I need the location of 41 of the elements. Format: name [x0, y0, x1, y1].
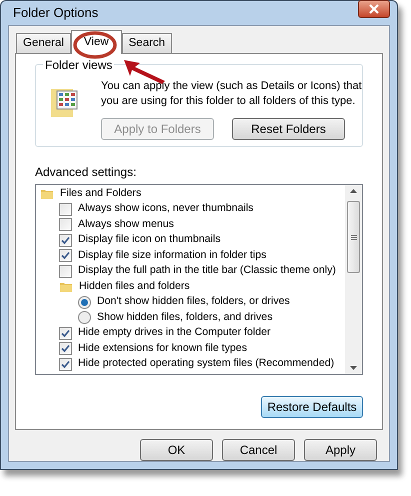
tree-item-label: Files and Folders: [60, 186, 142, 201]
radio-button[interactable]: [78, 311, 91, 324]
advanced-settings-label: Advanced settings:: [35, 164, 138, 181]
annotation-circle: [71, 30, 119, 60]
checkbox[interactable]: [59, 202, 72, 216]
option-label: Display file icon on thumbnails: [78, 232, 220, 248]
checkbox[interactable]: [59, 326, 72, 340]
grip-icon: [350, 234, 356, 240]
tree-item-label: Hidden files and folders: [79, 278, 190, 294]
close-button[interactable]: [358, 0, 390, 18]
scroll-up-icon[interactable]: [350, 189, 357, 193]
scroll-thumb[interactable]: [347, 201, 360, 273]
window-title: Folder Options: [12, 4, 98, 22]
option-label: Hide empty drives in the Computer folder: [78, 325, 271, 340]
close-icon: [369, 4, 379, 14]
option-label: Hide extensions for known file types: [78, 340, 247, 356]
option-label: Show hidden files, folders, and drives: [97, 310, 272, 325]
option-label: Don't show hidden files, folders, or drives: [97, 294, 290, 310]
option-label: Display the full path in the title bar (Classic theme only): [78, 263, 336, 278]
scroll-down-icon[interactable]: [350, 366, 357, 370]
restore-defaults-button[interactable]: Restore Defaults: [261, 396, 363, 418]
annotation-arrow: [122, 58, 166, 84]
description-text: You can apply the view (such as Details or Icons) that you are using for this folder to all folders of this type.: [101, 79, 362, 109]
tab[interactable]: General: [16, 33, 71, 53]
option-label: Hide protected operating system files (Recommended): [78, 356, 334, 372]
option-label: Always show menus: [78, 216, 174, 232]
dialog-button[interactable]: OK: [140, 439, 213, 461]
checkbox[interactable]: [59, 358, 72, 371]
checkbox[interactable]: [59, 234, 72, 247]
dialog-button[interactable]: Cancel: [222, 439, 295, 461]
tab[interactable]: Search: [122, 33, 172, 53]
option-label: Always show icons, never thumbnails: [78, 201, 254, 216]
checkbox[interactable]: [59, 264, 72, 278]
checkbox[interactable]: [59, 249, 72, 262]
dialog-button[interactable]: Apply: [304, 439, 377, 461]
option-label: Display file size information in folder tips: [78, 248, 266, 263]
scrollbar[interactable]: [345, 185, 362, 374]
folder-action-button[interactable]: Reset Folders: [232, 118, 345, 140]
checkbox[interactable]: [59, 342, 72, 356]
radio-button[interactable]: [78, 296, 91, 309]
checkbox[interactable]: [59, 218, 72, 232]
